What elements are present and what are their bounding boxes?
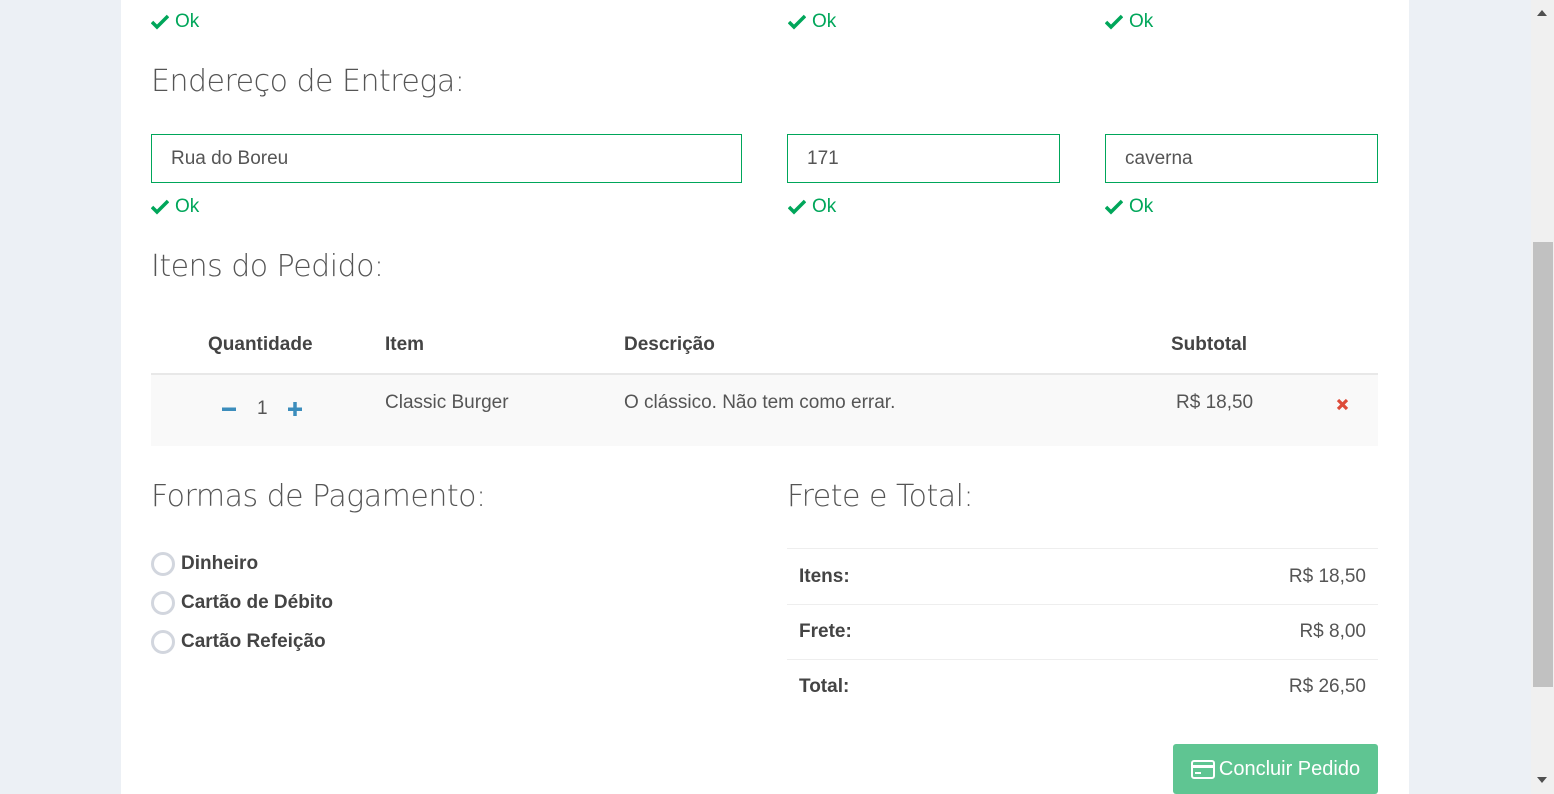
grand-total-label: Total:	[799, 676, 850, 697]
validation-ok-label: Ok	[1129, 11, 1154, 32]
check-icon	[1105, 199, 1123, 215]
validation-ok-label: Ok	[812, 11, 837, 32]
payment-section-title: Formas de Pagamento:	[151, 479, 486, 514]
check-icon	[1105, 14, 1123, 30]
validation-ok-label: Ok	[175, 11, 200, 32]
check-icon	[151, 14, 169, 30]
payment-option-label: Dinheiro	[181, 553, 259, 574]
payment-option-meal-card[interactable]: Cartão Refeição	[151, 630, 326, 654]
validation-ok-label: Ok	[812, 196, 837, 217]
divider	[787, 659, 1378, 660]
check-icon	[788, 14, 806, 30]
item-description: O clássico. Não tem como errar.	[624, 392, 896, 413]
scroll-down-arrow-icon[interactable]	[1537, 777, 1547, 783]
items-total-value: R$ 18,50	[1288, 566, 1366, 587]
grand-total-value: R$ 26,50	[1288, 676, 1366, 697]
validation-ok: Ok	[1105, 195, 1153, 219]
complement-input[interactable]: caverna	[1105, 134, 1378, 183]
check-icon	[788, 199, 806, 215]
validation-ok: Ok	[151, 195, 199, 219]
column-header-subtotal: Subtotal	[1171, 334, 1247, 355]
conclude-order-button[interactable]: Concluir Pedido	[1173, 744, 1378, 794]
item-subtotal: R$ 18,50	[1176, 392, 1254, 413]
freight-label: Frete:	[799, 621, 852, 642]
payment-option-label: Cartão de Débito	[181, 592, 334, 613]
freight-value: R$ 8,00	[1299, 621, 1366, 642]
minus-icon[interactable]	[222, 402, 236, 416]
payment-option-label: Cartão Refeição	[181, 631, 326, 652]
divider	[787, 604, 1378, 605]
column-header-quantity: Quantidade	[208, 334, 313, 355]
address-section-title: Endereço de Entrega:	[151, 64, 465, 99]
remove-icon[interactable]	[1336, 398, 1349, 411]
scrollbar-thumb[interactable]	[1533, 242, 1553, 687]
vertical-scrollbar[interactable]	[1531, 0, 1554, 794]
main-content: Ok Ok Ok Endereço de Entrega: Rua do Bor…	[121, 0, 1409, 794]
number-input[interactable]: 171	[787, 134, 1060, 183]
validation-ok-label: Ok	[1129, 196, 1154, 217]
conclude-order-label: Concluir Pedido	[1218, 757, 1361, 780]
validation-ok: Ok	[788, 195, 836, 219]
totals-section-title: Frete e Total:	[787, 479, 974, 514]
column-header-description: Descrição	[624, 334, 715, 355]
validation-ok: Ok	[1105, 10, 1153, 34]
column-header-item: Item	[385, 334, 425, 355]
payment-option-debit-card[interactable]: Cartão de Débito	[151, 591, 333, 615]
radio-button[interactable]	[151, 591, 175, 615]
divider	[787, 548, 1378, 549]
items-total-label: Itens:	[799, 566, 850, 587]
quantity-value: 1	[257, 398, 268, 419]
credit-card-icon	[1190, 759, 1215, 779]
scroll-up-arrow-icon[interactable]	[1537, 10, 1547, 16]
street-input[interactable]: Rua do Boreu	[151, 134, 742, 183]
validation-ok: Ok	[151, 10, 199, 34]
validation-ok-label: Ok	[175, 196, 200, 217]
check-icon	[151, 199, 169, 215]
radio-button[interactable]	[151, 552, 175, 576]
plus-icon[interactable]	[288, 402, 302, 416]
payment-option-cash[interactable]: Dinheiro	[151, 552, 258, 576]
validation-ok: Ok	[788, 10, 836, 34]
order-section-title: Itens do Pedido:	[151, 249, 384, 284]
radio-button[interactable]	[151, 630, 175, 654]
item-name: Classic Burger	[385, 392, 509, 413]
